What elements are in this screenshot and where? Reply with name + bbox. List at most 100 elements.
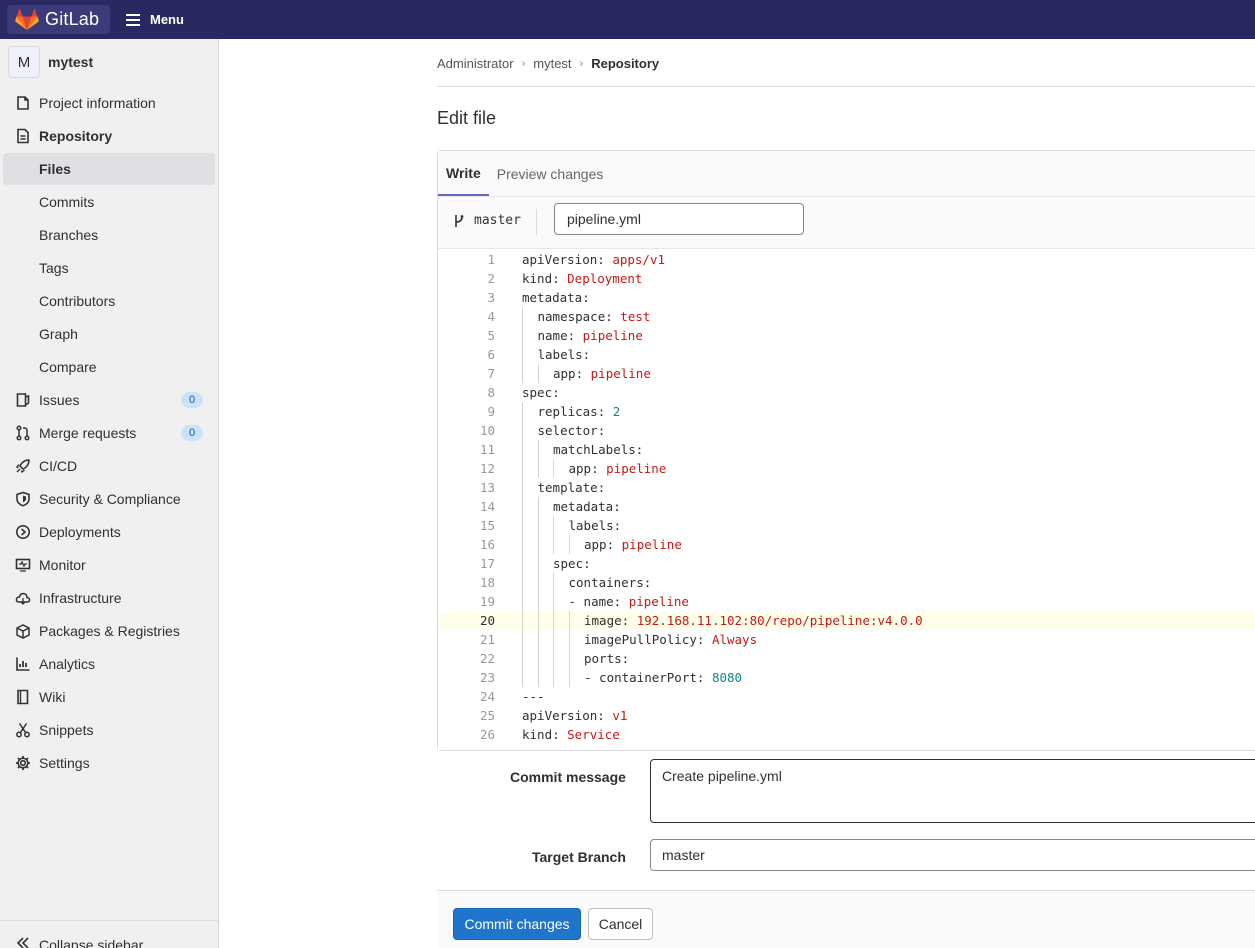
target-branch-input[interactable]: master (650, 839, 1255, 871)
indent-guide (522, 573, 523, 592)
commit-message-input[interactable]: Create pipeline.yml (650, 759, 1255, 823)
sidebar-item-commits[interactable]: Commits (3, 186, 215, 218)
line-number: 2 (487, 271, 495, 286)
sidebar-item-analytics[interactable]: Analytics (3, 648, 215, 680)
indent-guide (553, 668, 554, 687)
scissors-icon (16, 723, 30, 738)
indent-guide (537, 459, 539, 478)
code-line[interactable]: 3 metadata: (438, 288, 1255, 307)
monitor-icon (15, 558, 31, 572)
sidebar-item-snippets[interactable]: Snippets (3, 714, 215, 746)
code-line[interactable]: 2 kind: Deployment (438, 269, 1255, 288)
sidebar-item-label: Compare (39, 359, 97, 375)
collapse-sidebar-label: Collapse sidebar (39, 937, 144, 948)
tab-write[interactable]: Write (438, 151, 489, 196)
code-line[interactable]: 23 - containerPort: 8080 (438, 668, 1255, 687)
line-number: 8 (487, 385, 495, 400)
sidebar-item-files[interactable]: Files (3, 153, 215, 185)
code-line[interactable]: 17 spec: (438, 554, 1255, 573)
indent-guide (522, 516, 523, 535)
branch-name: master (474, 213, 521, 228)
indent-guide (522, 535, 523, 554)
code-text: app: pipeline (568, 461, 667, 476)
line-number: 23 (479, 670, 495, 685)
code-text: app: pipeline (584, 537, 682, 552)
line-number: 7 (487, 366, 495, 381)
code-line[interactable]: 19 - name: pipeline (438, 592, 1255, 611)
code-line[interactable]: 15 labels: (438, 516, 1255, 535)
breadcrumb-administrator[interactable]: Administrator (437, 56, 514, 71)
code-line[interactable]: 21 imagePullPolicy: Always (438, 630, 1255, 649)
sidebar-item-security-compliance[interactable]: Security & Compliance (3, 483, 215, 515)
line-number: 24 (479, 689, 495, 704)
sidebar-item-infrastructure[interactable]: Infrastructure (3, 582, 215, 614)
sidebar-item-wiki[interactable]: Wiki (3, 681, 215, 713)
sidebar-item-contributors[interactable]: Contributors (3, 285, 215, 317)
sidebar-item-graph[interactable]: Graph (3, 318, 215, 350)
sidebar-item-label: Settings (39, 755, 90, 771)
commit-changes-button[interactable]: Commit changes (453, 908, 581, 940)
tab-preview-changes[interactable]: Preview changes (489, 151, 612, 196)
code-line[interactable]: 1 apiVersion: apps/v1 (438, 250, 1255, 269)
code-line[interactable]: 16 app: pipeline (438, 535, 1255, 554)
code-line[interactable]: 22 ports: (438, 649, 1255, 668)
sidebar-item-branches[interactable]: Branches (3, 219, 215, 251)
sidebar-item-label: Deployments (39, 524, 121, 540)
code-line[interactable]: 5 name: pipeline (438, 326, 1255, 345)
code-text: kind: Deployment (522, 271, 643, 286)
sidebar-item-tags[interactable]: Tags (3, 252, 215, 284)
sidebar-item-merge-requests[interactable]: Merge requests 0 (3, 417, 215, 449)
code-line[interactable]: 20 image: 192.168.11.102:80/repo/pipeline… (438, 611, 1255, 630)
menu-button[interactable]: Menu (126, 12, 184, 27)
code-line[interactable]: 26 kind: Service (438, 725, 1255, 744)
code-line[interactable]: 4 namespace: test (438, 307, 1255, 326)
file-name-input[interactable] (554, 203, 804, 235)
sidebar-item-monitor[interactable]: Monitor (3, 549, 215, 581)
sidebar-item-compare[interactable]: Compare (3, 351, 215, 383)
breadcrumb-project[interactable]: mytest (533, 56, 571, 71)
code-line[interactable]: 12 app: pipeline (438, 459, 1255, 478)
indent-guide (568, 649, 570, 668)
sidebar-item-settings[interactable]: Settings (3, 747, 215, 779)
sidebar-item-project-information[interactable]: Project information (3, 87, 215, 119)
indent-guide (553, 535, 554, 554)
code-editor[interactable]: 1 apiVersion: apps/v1 2 kind: Deployment 3 me… (438, 250, 1255, 750)
breadcrumb-repository[interactable]: Repository (591, 56, 659, 71)
code-line[interactable]: 14 metadata: (438, 497, 1255, 516)
code-line[interactable]: 25 apiVersion: v1 (438, 706, 1255, 725)
chevron-right-icon: › (579, 57, 584, 70)
line-number: 13 (479, 480, 495, 495)
project-avatar: M (8, 46, 40, 78)
code-line[interactable]: 13 template: (438, 478, 1255, 497)
sidebar-item-ci-cd[interactable]: CI/CD (3, 450, 215, 482)
code-line[interactable]: 7 app: pipeline (438, 364, 1255, 383)
sidebar-item-repository[interactable]: Repository (3, 120, 215, 152)
top-bar: GitLab Menu (0, 0, 1255, 39)
collapse-sidebar-button[interactable]: Collapse sidebar (0, 920, 218, 948)
shield-icon (16, 491, 30, 507)
sidebar-item-packages-registries[interactable]: Packages & Registries (3, 615, 215, 647)
indent-guide (522, 554, 523, 573)
cancel-button[interactable]: Cancel (588, 908, 653, 940)
code-line[interactable]: 24 --- (438, 687, 1255, 706)
line-number: 11 (479, 442, 495, 457)
code-text: metadata: (522, 290, 590, 305)
sidebar-item-label: Monitor (39, 557, 86, 573)
sidebar-item-deployments[interactable]: Deployments (3, 516, 215, 548)
code-line[interactable]: 8 spec: (438, 383, 1255, 402)
code-line[interactable]: 18 containers: (438, 573, 1255, 592)
sidebar-item-label: Tags (39, 260, 69, 276)
indent-guide (553, 649, 554, 668)
code-line[interactable]: 10 selector: (438, 421, 1255, 440)
code-line[interactable]: 6 labels: (438, 345, 1255, 364)
issues-icon (16, 393, 30, 407)
breadcrumb: Administrator › mytest › Repository (437, 56, 659, 71)
sidebar-item-issues[interactable]: Issues 0 (3, 384, 215, 416)
sidebar-item-label: Wiki (39, 689, 66, 705)
indent-guide (553, 630, 554, 649)
code-line[interactable]: 9 replicas: 2 (438, 402, 1255, 421)
code-line[interactable]: 11 matchLabels: (438, 440, 1255, 459)
indent-guide (537, 611, 539, 630)
sidebar-project[interactable]: M mytest (0, 39, 218, 85)
gitlab-home-link[interactable]: GitLab (7, 5, 110, 34)
